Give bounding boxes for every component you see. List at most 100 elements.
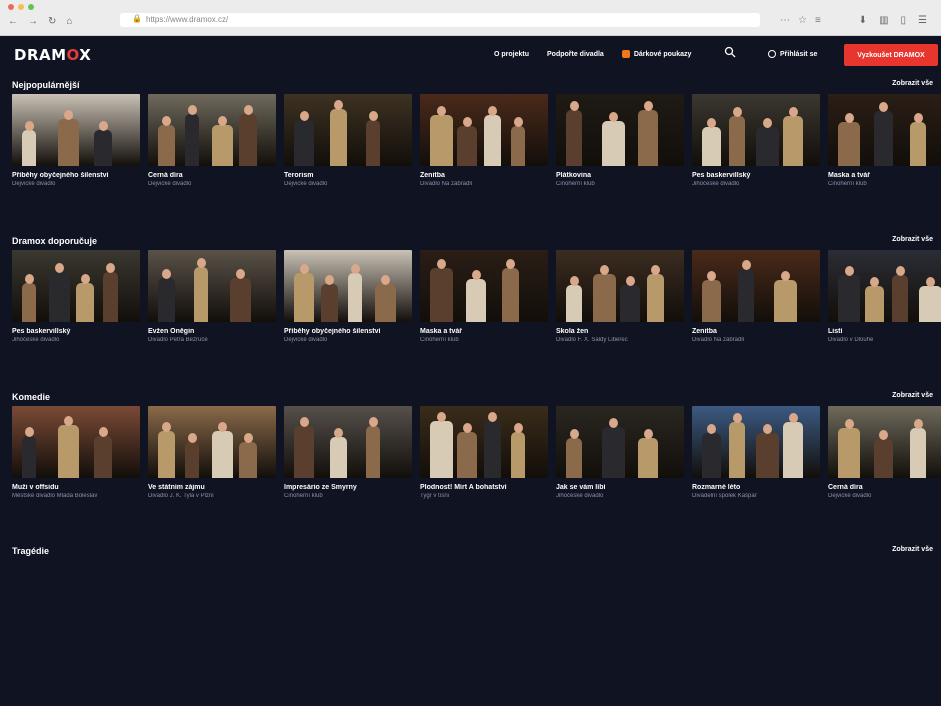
show-card[interactable]: Listí Divadlo v Dlouhé — [828, 250, 941, 343]
logo-text-end: X — [79, 46, 92, 64]
more-icon[interactable]: ⋯ — [780, 15, 790, 26]
show-thumbnail[interactable] — [284, 94, 412, 166]
show-card[interactable]: Příběhy obyčejného šílenství Dejvické div… — [284, 250, 412, 343]
show-title: Plátkovina — [556, 172, 592, 179]
show-thumbnail[interactable] — [148, 406, 276, 478]
theatre-name: Divadlo F. X. Šaldy Liberec — [556, 337, 628, 343]
show-card[interactable]: Terorism Dejvické divadlo — [284, 94, 412, 187]
reload-icon[interactable]: ↻ — [48, 16, 56, 27]
show-card[interactable]: Příběhy obyčejného šílenství Dejvické div… — [12, 94, 140, 187]
reader-icon[interactable]: ≡ — [815, 15, 821, 26]
show-card[interactable]: Plátkovina Činoherní klub — [556, 94, 684, 187]
show-title: Černá díra — [828, 484, 863, 491]
theatre-name: Divadlo Na zábradlí — [692, 337, 745, 343]
show-card[interactable]: Ve státním zájmu Divadlo J. K. Tyla v Plz… — [148, 406, 276, 499]
show-title: Ženitba — [420, 172, 445, 179]
address-bar[interactable]: 🔒 https://www.dramox.cz/ — [120, 13, 760, 27]
menu-icon[interactable]: ☰ — [918, 15, 927, 26]
show-title: Impresário ze Smyrny — [284, 484, 357, 491]
show-title: Evžen Oněgin — [148, 328, 195, 335]
show-card[interactable]: Maska a tvář Činoherní klub — [420, 250, 548, 343]
show-card[interactable]: Černá díra Dejvické divadlo — [828, 406, 941, 499]
theatre-name: Činoherní klub — [420, 337, 459, 343]
theatre-name: Divadlo Petra Bezruče — [148, 337, 208, 343]
theatre-name: Městské divadlo Mladá Boleslav — [12, 493, 98, 499]
section-title: Dramox doporučuje — [12, 236, 98, 246]
show-thumbnail[interactable] — [828, 250, 941, 322]
sidebar-icon[interactable]: ▯ — [901, 15, 907, 26]
show-all-link[interactable]: Zobrazit vše — [892, 546, 933, 553]
show-thumbnail[interactable] — [556, 406, 684, 478]
dramox-logo[interactable]: DRAMOX — [14, 46, 91, 64]
show-thumbnail[interactable] — [556, 94, 684, 166]
show-thumbnail[interactable] — [148, 250, 276, 322]
minimize-window-button[interactable] — [18, 4, 24, 10]
content-row-section: Komedie Zobrazit vše Muži v offsidu Městské… — [0, 392, 941, 552]
show-title: Pes baskervillský — [12, 328, 71, 335]
show-thumbnail[interactable] — [556, 250, 684, 322]
show-all-link[interactable]: Zobrazit vše — [892, 80, 933, 87]
show-title: Příběhy obyčejného šílenství — [284, 328, 381, 335]
show-card[interactable]: Evžen Oněgin Divadlo Petra Bezruče — [148, 250, 276, 343]
window-controls — [8, 4, 34, 10]
zoom-window-button[interactable] — [28, 4, 34, 10]
show-title: Terorism — [284, 172, 314, 179]
show-all-link[interactable]: Zobrazit vše — [892, 392, 933, 399]
show-card[interactable]: Ženitba Divadlo Na zábradlí — [420, 94, 548, 187]
show-card[interactable]: Impresário ze Smyrny Činoherní klub — [284, 406, 412, 499]
downloads-icon[interactable]: ⬇ — [859, 15, 867, 26]
url-text: https://www.dramox.cz/ — [146, 15, 229, 24]
section-title: Nejpopulárnější — [12, 80, 80, 90]
show-thumbnail[interactable] — [284, 250, 412, 322]
show-thumbnail[interactable] — [692, 406, 820, 478]
show-card[interactable]: Černá díra Dejvické divadlo — [148, 94, 276, 187]
show-all-link[interactable]: Zobrazit vše — [892, 236, 933, 243]
show-title: Škola žen — [556, 328, 589, 335]
login-link[interactable]: Přihlásit se — [768, 50, 817, 58]
nav-gift-label: Dárkové poukazy — [633, 50, 692, 58]
close-window-button[interactable] — [8, 4, 14, 10]
show-card[interactable]: Plodnost! Mírt A bohatství Tygr v tísni — [420, 406, 548, 499]
theatre-name: Dejvické divadlo — [828, 493, 872, 499]
show-thumbnail[interactable] — [12, 250, 140, 322]
show-title: Maska a tvář — [420, 328, 463, 335]
show-title: Příběhy obyčejného šílenství — [12, 172, 109, 179]
home-icon[interactable]: ⌂ — [66, 16, 72, 27]
show-thumbnail[interactable] — [12, 406, 140, 478]
try-dramox-button[interactable]: Vyzkoušet DRAMOX — [844, 44, 938, 66]
show-thumbnail[interactable] — [148, 94, 276, 166]
show-thumbnail[interactable] — [828, 406, 941, 478]
show-thumbnail[interactable] — [828, 94, 941, 166]
lock-icon: 🔒 — [132, 14, 142, 23]
show-thumbnail[interactable] — [692, 250, 820, 322]
show-card[interactable]: Škola žen Divadlo F. X. Šaldy Liberec — [556, 250, 684, 343]
bookmark-icon[interactable]: ☆ — [798, 15, 807, 26]
section-title: Komedie — [12, 392, 51, 402]
show-card[interactable]: Ženitba Divadlo Na zábradlí — [692, 250, 820, 343]
show-card[interactable]: Muži v offsidu Městské divadlo Mladá Bole… — [12, 406, 140, 499]
theatre-name: Divadlo v Dlouhé — [828, 337, 874, 343]
nav-about[interactable]: O projektu — [494, 51, 529, 58]
show-card[interactable]: Pes baskervillský Jihočeské divadlo — [12, 250, 140, 343]
library-icon[interactable]: ▥ — [879, 15, 888, 26]
show-thumbnail[interactable] — [284, 406, 412, 478]
back-icon[interactable]: ← — [8, 16, 18, 27]
show-thumbnail[interactable] — [420, 250, 548, 322]
card-carousel: Příběhy obyčejného šílenství Dejvické div… — [12, 94, 941, 187]
nav-support-theatres[interactable]: Podpořte divadla — [547, 51, 604, 58]
show-card[interactable]: Maska a tvář Činoherní klub — [828, 94, 941, 187]
show-card[interactable]: Jak se vám líbí Jihočeské divadlo — [556, 406, 684, 499]
card-carousel: Muži v offsidu Městské divadlo Mladá Bole… — [12, 406, 941, 499]
show-thumbnail[interactable] — [420, 406, 548, 478]
nav-gift-vouchers[interactable]: Dárkové poukazy — [621, 50, 692, 58]
forward-icon[interactable]: → — [28, 16, 38, 27]
show-thumbnail[interactable] — [420, 94, 548, 166]
theatre-name: Divadelní spolek Kašpar — [692, 493, 757, 499]
theatre-name: Divadlo Na zábradlí — [420, 181, 473, 187]
show-thumbnail[interactable] — [12, 94, 140, 166]
theatre-name: Dejvické divadlo — [12, 181, 56, 187]
show-card[interactable]: Pes baskervillský Jihočeské divadlo — [692, 94, 820, 187]
show-thumbnail[interactable] — [692, 94, 820, 166]
show-card[interactable]: Rozmarné léto Divadelní spolek Kašpar — [692, 406, 820, 499]
search-icon[interactable] — [724, 46, 736, 58]
